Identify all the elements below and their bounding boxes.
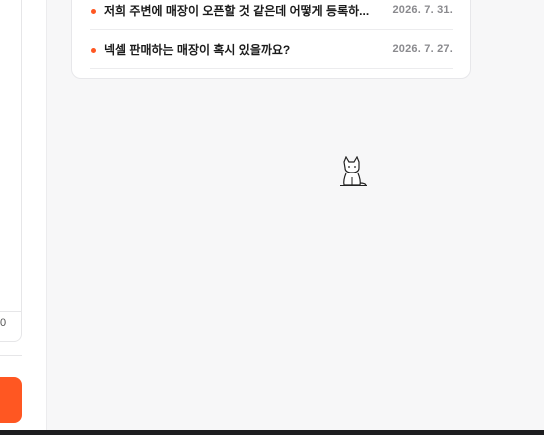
recent-posts-card: 저희 주변에 매장이 오픈할 것 같은데 어떻게 등록하... 2026. 7.… — [71, 0, 471, 79]
unread-dot-icon — [91, 9, 96, 14]
sidebar: 0 — [0, 0, 47, 430]
post-date: 2026. 7. 31. — [392, 4, 453, 16]
sidebar-panel — [0, 0, 22, 342]
sidebar-divider — [0, 355, 22, 356]
post-date: 2026. 7. 27. — [392, 43, 453, 55]
post-row[interactable]: 저희 주변에 매장이 오픈할 것 같은데 어떻게 등록하... 2026. 7.… — [90, 0, 453, 30]
sidebar-panel-divider — [0, 311, 22, 312]
sidebar-action-button[interactable] — [0, 377, 22, 423]
unread-dot-icon — [91, 48, 96, 53]
cat-mascot-icon — [340, 156, 367, 186]
post-title[interactable]: 저희 주변에 매장이 오픈할 것 같은데 어떻게 등록하... — [104, 2, 392, 19]
post-row[interactable]: 넥셀 판매하는 매장이 혹시 있을까요? 2026. 7. 27. — [90, 30, 453, 69]
sidebar-count: 0 — [0, 317, 7, 329]
post-title[interactable]: 넥셀 판매하는 매장이 혹시 있을까요? — [104, 41, 392, 58]
taskbar — [0, 430, 544, 435]
post-list: 저희 주변에 매장이 오픈할 것 같은데 어떻게 등록하... 2026. 7.… — [90, 0, 453, 69]
